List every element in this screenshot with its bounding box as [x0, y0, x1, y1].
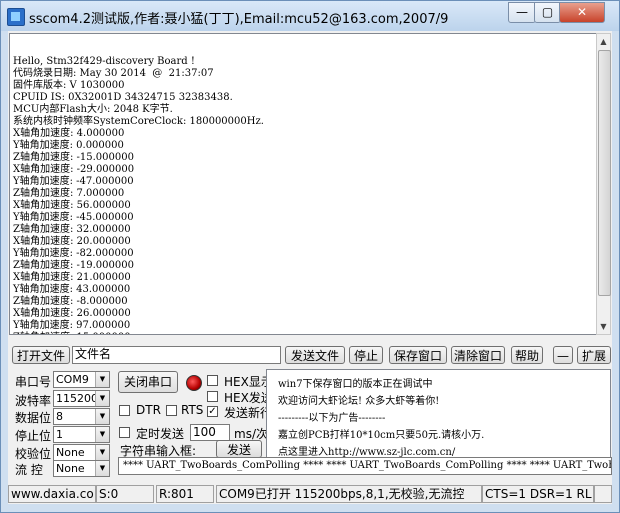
status-sent-count: S:0: [96, 485, 154, 503]
flow-select[interactable]: None ▼: [53, 460, 110, 477]
open-file-button[interactable]: 打开文件: [12, 346, 70, 364]
status-port-info: COM9已打开 115200bps,8,1,无校验,无流控: [216, 485, 482, 503]
stopbits-select[interactable]: 1 ▼: [53, 426, 110, 443]
port-label: 串口号: [15, 375, 52, 389]
ad-line-3: ---------以下为广告--------: [278, 413, 386, 424]
timed-send-checkbox[interactable]: [119, 427, 130, 438]
vertical-scrollbar[interactable]: ▲ ▼: [596, 33, 611, 335]
databits-label: 数据位: [15, 411, 52, 425]
send-file-button[interactable]: 发送文件: [285, 346, 345, 364]
port-status-led-icon: [186, 375, 202, 391]
size-grip-icon[interactable]: [594, 485, 612, 503]
flow-label: 流 控: [15, 463, 43, 477]
rts-checkbox[interactable]: [166, 405, 177, 416]
timed-send-label: 定时发送: [136, 427, 185, 441]
parity-label: 校验位: [15, 447, 52, 461]
chevron-down-icon: ▼: [95, 427, 109, 442]
dtr-label: DTR: [136, 403, 161, 417]
client-area: Hello, Stm32f429-discovery Board ! 代码烧录日…: [8, 31, 612, 504]
chevron-down-icon: ▼: [95, 391, 109, 406]
parity-select[interactable]: None ▼: [53, 444, 110, 461]
status-website[interactable]: www.daxia.co: [8, 485, 96, 503]
chevron-down-icon: ▼: [95, 461, 109, 476]
minimize-button[interactable]: —: [508, 2, 536, 23]
interval-input[interactable]: 100: [190, 424, 230, 441]
collapse-button[interactable]: —: [553, 346, 573, 364]
status-signals: CTS=1 DSR=1 RL: [482, 485, 594, 503]
window-title: sscom4.2测试版,作者:聂小猛(丁丁),Email:mcu52@163.c…: [29, 12, 449, 27]
hex-display-checkbox[interactable]: [207, 375, 218, 386]
file-name-field[interactable]: 文件名: [72, 346, 281, 364]
expand-button[interactable]: 扩展: [577, 346, 611, 364]
send-newline-label: 发送新行: [224, 406, 273, 420]
scroll-down-icon[interactable]: ▼: [597, 319, 610, 334]
ad-line-1: win7下保存窗口的版本正在调试中: [278, 379, 433, 390]
chevron-down-icon: ▼: [95, 445, 109, 460]
port-select[interactable]: COM9 ▼: [53, 371, 110, 388]
maximize-button[interactable]: ▢: [534, 2, 561, 23]
rts-label: RTS: [181, 403, 204, 417]
stop-button[interactable]: 停止: [349, 346, 383, 364]
status-bar: www.daxia.co S:0 R:801 COM9已打开 115200bps…: [8, 483, 612, 505]
ad-line-4[interactable]: 嘉立创PCB打样10*10cm只要50元.请核小万.: [278, 426, 484, 441]
close-button[interactable]: ✕: [559, 2, 605, 23]
scroll-up-icon[interactable]: ▲: [597, 34, 610, 49]
baud-label: 波特率: [15, 394, 52, 408]
chevron-down-icon: ▼: [95, 409, 109, 424]
scroll-thumb[interactable]: [598, 50, 611, 296]
receive-area[interactable]: Hello, Stm32f429-discovery Board ! 代码烧录日…: [9, 33, 601, 335]
title-bar[interactable]: sscom4.2测试版,作者:聂小猛(丁丁),Email:mcu52@163.c…: [1, 1, 619, 31]
receive-text: Hello, Stm32f429-discovery Board ! 代码烧录日…: [13, 56, 264, 334]
close-port-button[interactable]: 关闭串口: [118, 371, 178, 393]
help-button[interactable]: 帮助: [511, 346, 543, 364]
baud-select[interactable]: 115200 ▼: [53, 390, 110, 407]
file-toolbar: 打开文件 文件名 发送文件 停止 保存窗口 清除窗口 帮助 — 扩展: [8, 344, 612, 366]
ad-line-2[interactable]: 欢迎访问大虾论坛! 众多大虾等着你!: [278, 392, 439, 407]
send-button[interactable]: 发送: [216, 440, 262, 458]
app-icon: [7, 8, 25, 26]
databits-select[interactable]: 8 ▼: [53, 408, 110, 425]
hex-send-checkbox[interactable]: [207, 391, 218, 402]
send-newline-checkbox[interactable]: ✓: [207, 406, 218, 417]
ad-link[interactable]: 点这里进入http://www.sz-jlc.com.cn/: [278, 443, 455, 458]
clear-window-button[interactable]: 清除窗口: [451, 346, 505, 364]
chevron-down-icon: ▼: [95, 372, 109, 387]
ad-panel: win7下保存窗口的版本正在调试中 欢迎访问大虾论坛! 众多大虾等着你! ---…: [266, 369, 611, 459]
stopbits-label: 停止位: [15, 429, 52, 443]
send-input[interactable]: **** UART_TwoBoards_ComPolling **** ****…: [118, 457, 612, 475]
status-received-count: R:801: [156, 485, 214, 503]
dtr-checkbox[interactable]: [119, 405, 130, 416]
app-window: sscom4.2测试版,作者:聂小猛(丁丁),Email:mcu52@163.c…: [0, 0, 620, 513]
save-window-button[interactable]: 保存窗口: [389, 346, 447, 364]
